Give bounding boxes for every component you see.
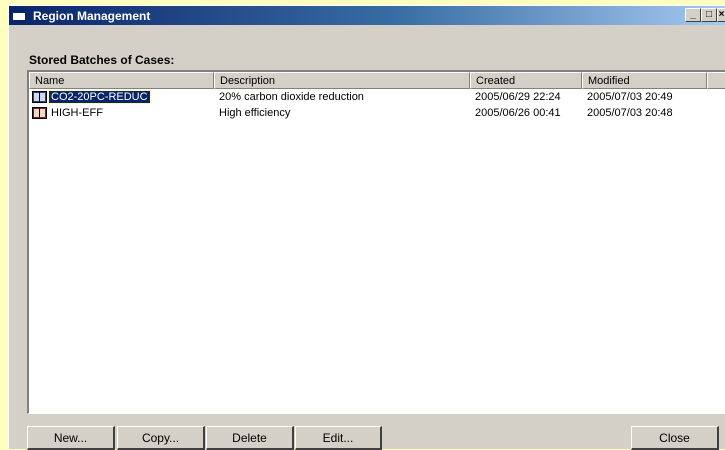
column-header-created[interactable]: Created [470, 72, 582, 89]
row-modified: 2005/07/03 20:49 [587, 91, 673, 103]
close-button[interactable]: Close [631, 426, 719, 450]
row-description: High efficiency [219, 107, 291, 119]
row-created: 2005/06/29 22:24 [475, 91, 561, 103]
close-window-button[interactable]: × [717, 8, 725, 22]
stored-batches-label: Stored Batches of Cases: [29, 53, 175, 67]
maximize-button[interactable]: □ [701, 8, 717, 22]
window-title: Region Management [33, 9, 151, 23]
window-icon [12, 9, 26, 21]
column-header-description[interactable]: Description [214, 72, 470, 89]
row-created: 2005/06/26 00:41 [475, 107, 561, 119]
column-header-filler [707, 72, 725, 89]
edit-button[interactable]: Edit... [295, 426, 382, 450]
column-header-name[interactable]: Name [29, 72, 214, 89]
book-icon [32, 107, 47, 119]
title-bar[interactable]: Region Management _ □ × [9, 6, 725, 25]
row-modified: 2005/07/03 20:48 [587, 107, 673, 119]
minimize-button[interactable]: _ [685, 8, 701, 22]
table-row[interactable]: CO2-20PC-REDUC 20% carbon dioxide reduct… [29, 90, 725, 106]
row-description: 20% carbon dioxide reduction [219, 91, 364, 103]
row-name: CO2-20PC-REDUC [48, 90, 151, 104]
cases-list[interactable]: Name Description Created Modified CO2-20… [27, 70, 725, 414]
book-icon [32, 91, 47, 103]
new-button[interactable]: New... [27, 426, 115, 450]
copy-button[interactable]: Copy... [117, 426, 205, 450]
delete-button[interactable]: Delete [206, 426, 294, 450]
table-row[interactable]: HIGH-EFF High efficiency 2005/06/26 00:4… [29, 106, 725, 122]
list-header: Name Description Created Modified [29, 72, 725, 89]
column-header-modified[interactable]: Modified [582, 72, 707, 89]
region-management-window: Region Management _ □ × Stored Batches o… [8, 5, 725, 450]
row-name: HIGH-EFF [51, 107, 103, 119]
